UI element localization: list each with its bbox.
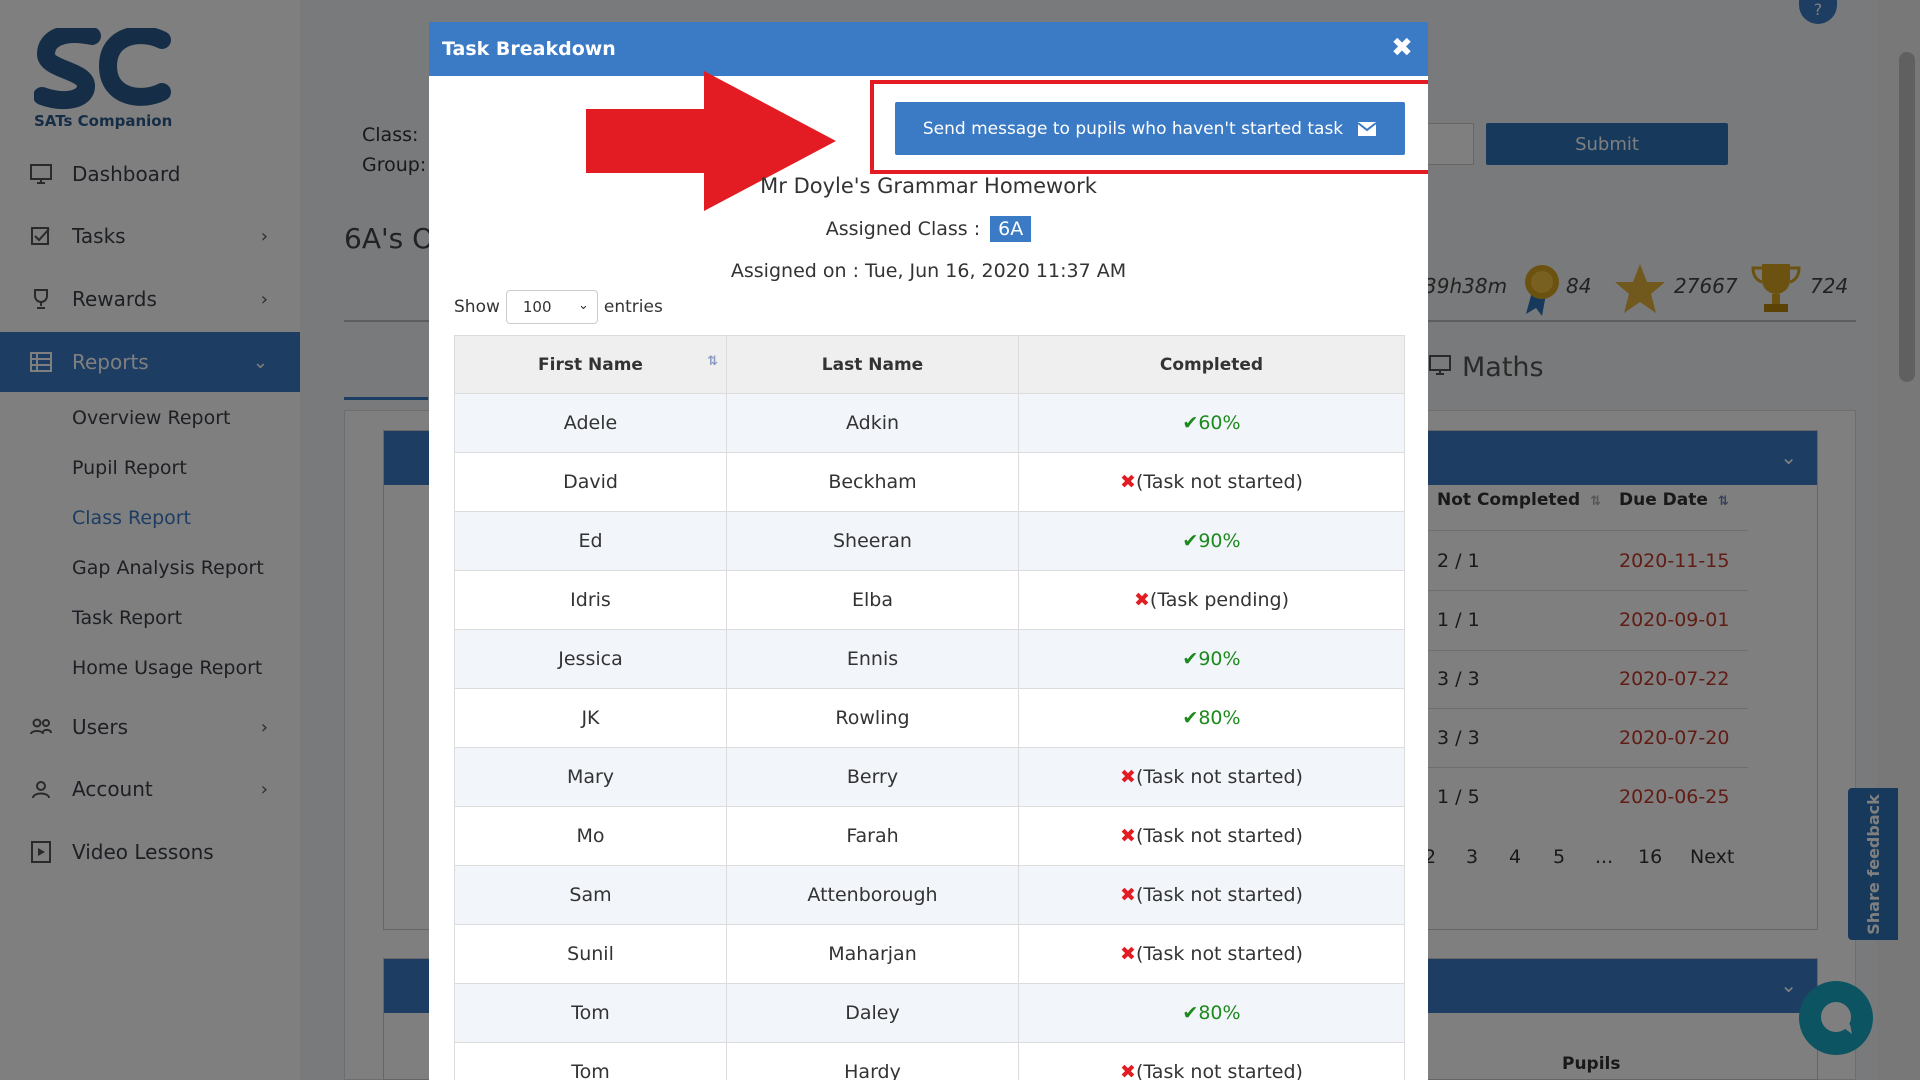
table-row: David Beckham ✖(Task not started) (454, 452, 1405, 512)
last-name-cell: Farah (726, 806, 1019, 866)
last-name-cell: Beckham (726, 452, 1019, 512)
table-row: Idris Elba ✖(Task pending) (454, 570, 1405, 630)
table-row: Sunil Maharjan ✖(Task not started) (454, 924, 1405, 984)
table-row: Sam Attenborough ✖(Task not started) (454, 865, 1405, 925)
red-highlight-box (870, 80, 1428, 174)
completed-cell: ✔90% (1018, 511, 1405, 571)
last-name-cell: Berry (726, 747, 1019, 807)
last-name-cell: Hardy (726, 1042, 1019, 1080)
modal-header: Task Breakdown ✖ (429, 22, 1428, 76)
col-completed[interactable]: Completed (1018, 335, 1405, 394)
first-name-cell: Idris (454, 570, 727, 630)
check-icon: ✔ (1182, 707, 1199, 729)
homework-title: Mr Doyle's Grammar Homework (760, 174, 1097, 198)
check-icon: ✔ (1182, 648, 1199, 670)
entries-control: Show 100 ⌄ entries (454, 290, 663, 324)
task-breakdown-table: First Name ⇅ Last Name Completed Adele A… (454, 335, 1405, 1080)
first-name-cell: Jessica (454, 629, 727, 689)
cross-icon: ✖ (1120, 825, 1136, 847)
cross-icon: ✖ (1120, 766, 1136, 788)
cross-icon: ✖ (1120, 1061, 1136, 1080)
entries-value: 100 (522, 298, 552, 316)
first-name-cell: Sunil (454, 924, 727, 984)
table-row: Mary Berry ✖(Task not started) (454, 747, 1405, 807)
first-name-cell: Tom (454, 1042, 727, 1080)
completed-cell: ✖(Task not started) (1018, 1042, 1405, 1080)
last-name-cell: Attenborough (726, 865, 1019, 925)
cross-icon: ✖ (1120, 884, 1136, 906)
col-last-name[interactable]: Last Name (726, 335, 1019, 394)
first-name-cell: Mary (454, 747, 727, 807)
first-name-cell: JK (454, 688, 727, 748)
sort-icon: ⇅ (707, 354, 718, 369)
table-row: Tom Daley ✔80% (454, 983, 1405, 1043)
chevron-down-icon: ⌄ (577, 298, 589, 313)
completed-cell: ✖(Task pending) (1018, 570, 1405, 630)
table-row: Ed Sheeran ✔90% (454, 511, 1405, 571)
last-name-cell: Daley (726, 983, 1019, 1043)
first-name-cell: David (454, 452, 727, 512)
cross-icon: ✖ (1120, 943, 1136, 965)
check-icon: ✔ (1182, 530, 1199, 552)
table-row: Mo Farah ✖(Task not started) (454, 806, 1405, 866)
class-badge: 6A (990, 216, 1032, 242)
assigned-class-label: Assigned Class : (825, 218, 981, 240)
completed-cell: ✔80% (1018, 983, 1405, 1043)
completed-cell: ✖(Task not started) (1018, 452, 1405, 512)
last-name-cell: Adkin (726, 393, 1019, 453)
completed-cell: ✔90% (1018, 629, 1405, 689)
show-label: Show (454, 297, 500, 317)
first-name-cell: Adele (454, 393, 727, 453)
last-name-cell: Elba (726, 570, 1019, 630)
check-icon: ✔ (1182, 1002, 1199, 1024)
last-name-cell: Sheeran (726, 511, 1019, 571)
completed-cell: ✖(Task not started) (1018, 924, 1405, 984)
completed-cell: ✖(Task not started) (1018, 865, 1405, 925)
completed-cell: ✔80% (1018, 688, 1405, 748)
last-name-cell: Rowling (726, 688, 1019, 748)
completed-cell: ✔60% (1018, 393, 1405, 453)
completed-cell: ✖(Task not started) (1018, 806, 1405, 866)
task-breakdown-modal: Task Breakdown ✖ Send message to pupils … (429, 22, 1428, 1080)
last-name-cell: Ennis (726, 629, 1019, 689)
first-name-cell: Mo (454, 806, 727, 866)
cross-icon: ✖ (1133, 589, 1150, 611)
table-row: JK Rowling ✔80% (454, 688, 1405, 748)
close-icon[interactable]: ✖ (1388, 33, 1416, 63)
col-first-name[interactable]: First Name ⇅ (454, 335, 727, 394)
completed-cell: ✖(Task not started) (1018, 747, 1405, 807)
table-row: Adele Adkin ✔60% (454, 393, 1405, 453)
first-name-cell: Tom (454, 983, 727, 1043)
table-row: Jessica Ennis ✔90% (454, 629, 1405, 689)
entries-label: entries (603, 297, 663, 317)
table-row: Tom Hardy ✖(Task not started) (454, 1042, 1405, 1080)
cross-icon: ✖ (1120, 471, 1136, 493)
assigned-class: Assigned Class : 6A (429, 216, 1428, 242)
check-icon: ✔ (1182, 412, 1199, 434)
first-name-cell: Sam (454, 865, 727, 925)
first-name-cell: Ed (454, 511, 727, 571)
entries-select[interactable]: 100 ⌄ (505, 290, 598, 324)
last-name-cell: Maharjan (726, 924, 1019, 984)
assigned-on: Assigned on : Tue, Jun 16, 2020 11:37 AM (730, 260, 1127, 282)
modal-title: Task Breakdown (442, 38, 616, 60)
